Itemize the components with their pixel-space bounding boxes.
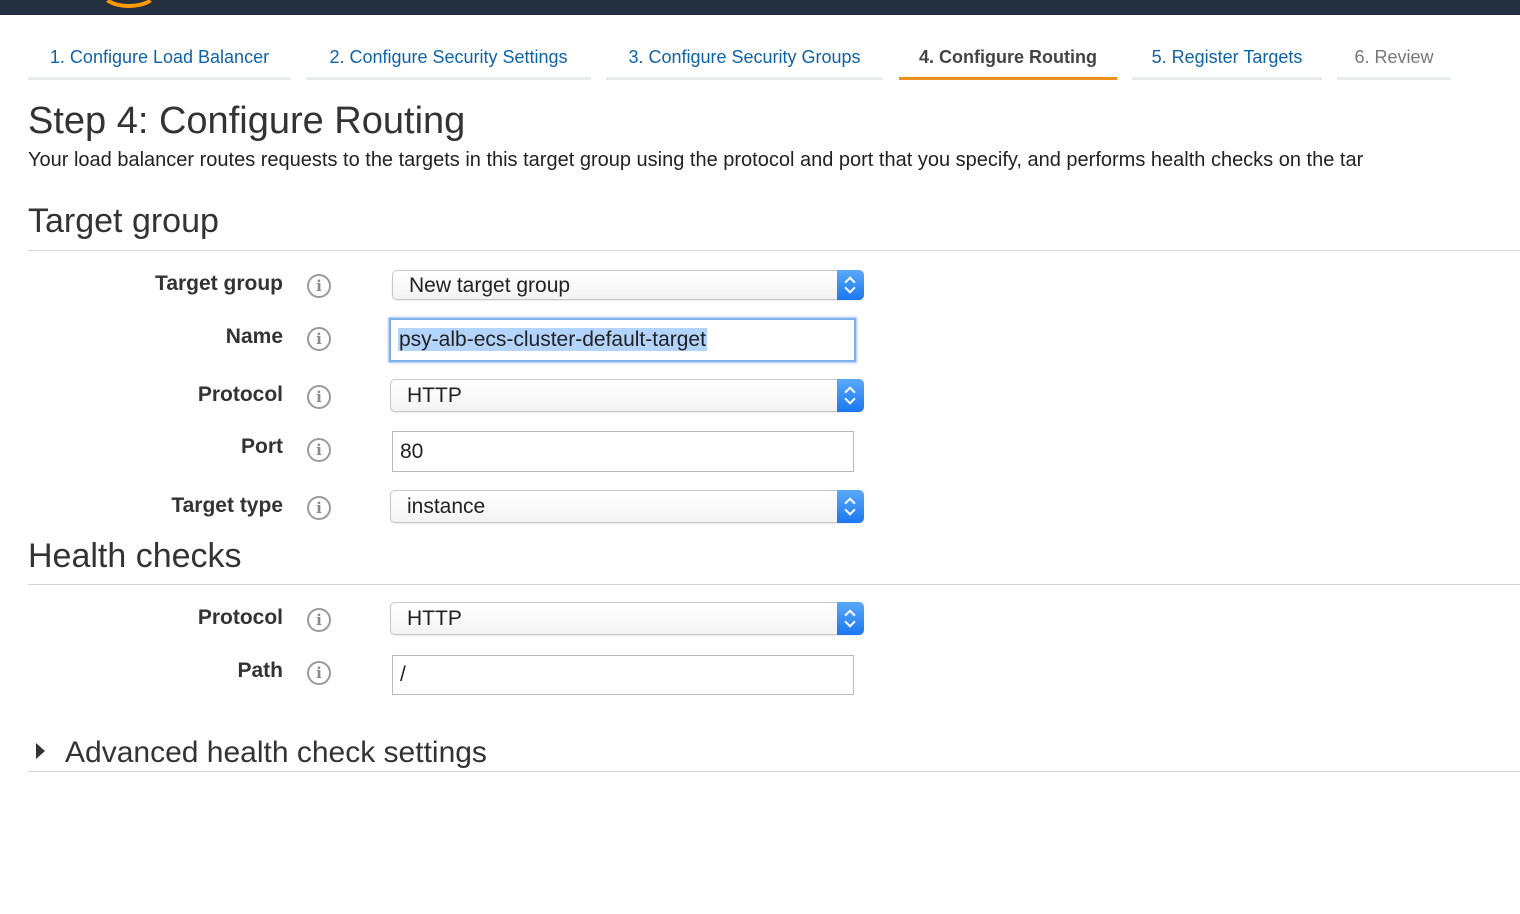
page-description: Your load balancer routes requests to th… [28, 149, 1364, 171]
info-icon[interactable]: i [307, 274, 331, 298]
wizard-tabs: 1. Configure Load Balancer 2. Configure … [0, 0, 1520, 90]
name-input[interactable]: psy-alb-ecs-cluster-default-target [389, 318, 856, 362]
select-stepper-icon [837, 490, 864, 523]
info-icon[interactable]: i [307, 385, 331, 409]
name-input-value: psy-alb-ecs-cluster-default-target [398, 328, 707, 351]
section-divider [28, 250, 1520, 251]
target-group-select[interactable]: New target group [392, 270, 864, 300]
select-stepper-icon [837, 270, 864, 300]
select-stepper-icon [837, 602, 864, 635]
port-label: Port [241, 435, 283, 458]
tab-configure-security-settings[interactable]: 2. Configure Security Settings [306, 42, 591, 80]
advanced-health-check-settings-label: Advanced health check settings [65, 736, 487, 769]
advanced-health-check-settings-toggle[interactable]: Advanced health check settings [36, 736, 487, 770]
name-label: Name [225, 325, 283, 348]
info-icon[interactable]: i [307, 496, 331, 520]
health-checks-heading: Health checks [28, 537, 242, 575]
target-group-heading: Target group [28, 202, 219, 240]
health-check-protocol-select-value: HTTP [407, 607, 462, 630]
target-type-label: Target type [171, 494, 283, 517]
section-divider [28, 771, 1520, 772]
info-icon[interactable]: i [307, 608, 331, 632]
protocol-label: Protocol [197, 383, 283, 406]
info-icon[interactable]: i [307, 661, 331, 685]
protocol-select[interactable]: HTTP [390, 379, 864, 412]
port-input[interactable]: 80 [392, 431, 854, 472]
protocol-select-value: HTTP [407, 384, 462, 407]
target-type-select-value: instance [407, 495, 486, 518]
tab-configure-security-groups[interactable]: 3. Configure Security Groups [606, 42, 883, 80]
info-icon[interactable]: i [307, 327, 331, 351]
page-title: Step 4: Configure Routing [28, 100, 466, 142]
health-check-path-label: Path [237, 659, 283, 682]
health-check-protocol-select[interactable]: HTTP [390, 602, 864, 635]
select-stepper-icon [837, 379, 864, 412]
target-group-select-value: New target group [409, 274, 571, 297]
tab-review[interactable]: 6. Review [1337, 42, 1451, 80]
caret-right-icon [36, 743, 45, 759]
health-check-path-input[interactable]: / [392, 655, 854, 695]
info-icon[interactable]: i [307, 438, 331, 462]
health-check-protocol-label: Protocol [197, 606, 283, 629]
target-type-select[interactable]: instance [390, 490, 864, 523]
tab-configure-load-balancer[interactable]: 1. Configure Load Balancer [28, 42, 291, 80]
target-group-label: Target group [155, 272, 283, 295]
section-divider [28, 584, 1520, 585]
tab-configure-routing[interactable]: 4. Configure Routing [899, 42, 1117, 80]
tab-register-targets[interactable]: 5. Register Targets [1132, 42, 1322, 80]
